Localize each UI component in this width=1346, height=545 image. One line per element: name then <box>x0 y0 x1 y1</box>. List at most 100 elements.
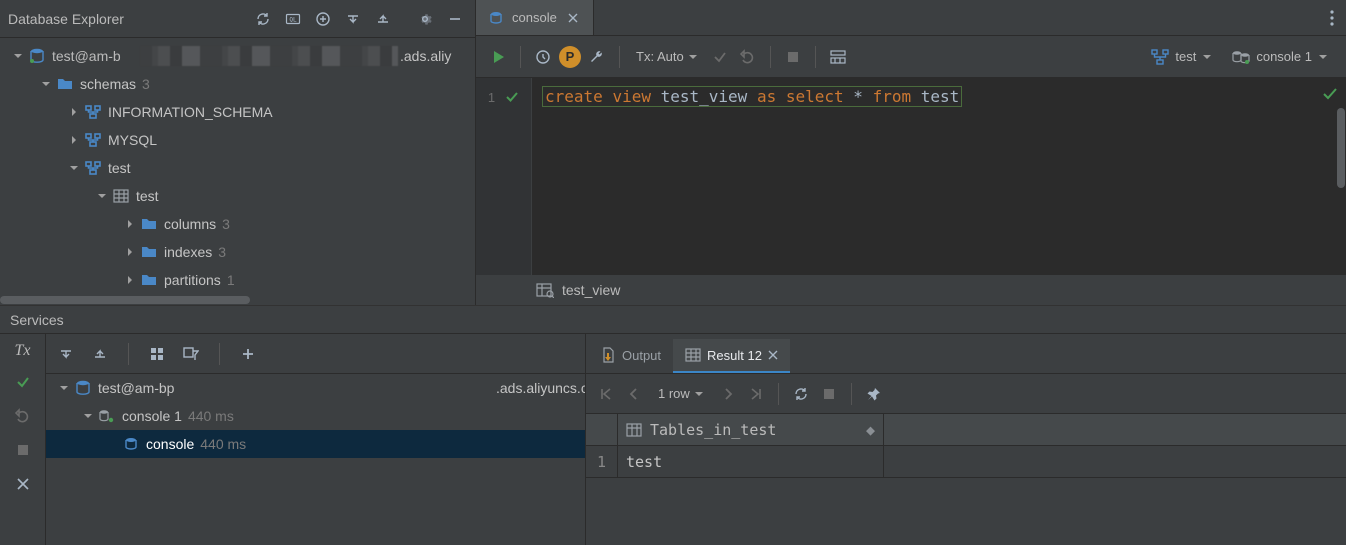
row-count-dropdown[interactable]: 1 row <box>658 386 704 401</box>
first-page-icon[interactable] <box>594 382 618 406</box>
code-editor[interactable]: create view test_view as select * from t… <box>532 78 1346 275</box>
tree-indexes-row[interactable]: indexes 3 <box>0 238 475 266</box>
collapse-icon[interactable] <box>341 7 365 31</box>
editor-vertical-scrollbar[interactable] <box>1336 78 1346 275</box>
services-tree[interactable]: test@am-bp .ads.aliyuncs.co console 1 44… <box>46 374 585 545</box>
sql-icon[interactable]: QL <box>281 7 305 31</box>
tree-table-test[interactable]: test <box>0 182 475 210</box>
tab-output[interactable]: Output <box>588 339 673 373</box>
sort-icon[interactable]: ◆ <box>866 421 875 439</box>
commit-icon[interactable] <box>11 370 35 394</box>
chevron-right-icon[interactable] <box>124 274 136 286</box>
view-mode-icon[interactable] <box>826 45 850 69</box>
wrench-icon[interactable] <box>585 45 609 69</box>
editor-tab-console[interactable]: console <box>476 0 594 35</box>
tree-partitions-row[interactable]: partitions 1 <box>0 266 475 294</box>
column-icon <box>626 423 642 437</box>
chevron-down-icon[interactable] <box>82 410 94 422</box>
reload-icon[interactable] <box>789 382 813 406</box>
columns-label: columns <box>164 216 216 232</box>
rownum-header[interactable] <box>586 414 618 445</box>
group-icon[interactable] <box>145 342 169 366</box>
explain-plan-badge[interactable]: P <box>559 46 581 68</box>
sql-star: * <box>853 87 863 106</box>
collapse-all-icon[interactable] <box>88 342 112 366</box>
svc-console-row-selected[interactable]: console 440 ms <box>46 430 585 458</box>
editor-body: 1 create view test_view as select * from… <box>476 78 1346 275</box>
separator <box>619 46 620 68</box>
gutter-check-icon <box>505 90 519 104</box>
next-page-icon[interactable] <box>716 382 740 406</box>
gear-icon[interactable] <box>413 7 437 31</box>
tx-mode-dropdown[interactable]: Tx: Auto <box>630 49 704 64</box>
chevron-right-icon[interactable] <box>68 134 80 146</box>
editor-tab-menu-icon[interactable] <box>1318 0 1346 35</box>
pin-icon[interactable] <box>862 382 886 406</box>
editor-gutter: 1 <box>476 78 532 275</box>
partitions-count: 1 <box>227 272 235 288</box>
console1-label: console 1 <box>122 408 182 424</box>
schemas-label: schemas <box>80 76 136 92</box>
stop-icon[interactable] <box>817 382 841 406</box>
tab-result[interactable]: Result 12 <box>673 339 790 373</box>
stop-button[interactable] <box>781 45 805 69</box>
separator <box>815 46 816 68</box>
separator <box>778 383 779 405</box>
columns-count: 3 <box>222 216 230 232</box>
tree-schemas-row[interactable]: schemas 3 <box>0 70 475 98</box>
tree-schema-mysql[interactable]: MYSQL <box>0 126 475 154</box>
expand-all-icon[interactable] <box>54 342 78 366</box>
tx-icon[interactable]: Tx <box>15 342 31 360</box>
services-result-panel: Output Result 12 1 row <box>586 334 1346 545</box>
editor-tab-label: console <box>512 10 557 25</box>
services-left-toolbar: Tx <box>0 334 46 545</box>
column-header[interactable]: Tables_in_test ◆ <box>618 414 884 445</box>
minimize-icon[interactable] <box>443 7 467 31</box>
close-tab-icon[interactable] <box>565 10 581 26</box>
tree-schema-information[interactable]: INFORMATION_SCHEMA <box>0 98 475 126</box>
connection-label: test@am-bp <box>98 380 174 396</box>
chevron-down-icon[interactable] <box>96 190 108 202</box>
run-button[interactable] <box>486 45 510 69</box>
chevron-down-icon[interactable] <box>68 162 80 174</box>
stop-icon[interactable] <box>311 7 335 31</box>
services-tree-panel: test@am-bp .ads.aliyuncs.co console 1 44… <box>46 334 586 545</box>
cell-value[interactable]: test <box>618 446 884 477</box>
chevron-right-icon[interactable] <box>68 106 80 118</box>
chevron-down-icon[interactable] <box>58 382 70 394</box>
folder-icon <box>56 75 74 93</box>
refresh-icon[interactable] <box>251 7 275 31</box>
schema-icon <box>84 103 102 121</box>
chevron-right-icon[interactable] <box>124 246 136 258</box>
explorer-tree[interactable]: test@am-b .ads.aliy schemas 3 INFORMATIO… <box>0 38 475 305</box>
tree-schema-test[interactable]: test <box>0 154 475 182</box>
console-leaf-duration: 440 ms <box>200 436 246 452</box>
add-icon[interactable] <box>236 342 260 366</box>
last-page-icon[interactable] <box>744 382 768 406</box>
close-icon[interactable] <box>11 472 35 496</box>
datasource-label: test@am-b <box>52 48 121 64</box>
expand-icon[interactable] <box>371 7 395 31</box>
prev-page-icon[interactable] <box>622 382 646 406</box>
grid-row[interactable]: 1 test <box>586 446 1346 478</box>
session-picker[interactable]: console 1 <box>1224 49 1336 65</box>
history-icon[interactable] <box>531 45 555 69</box>
tree-columns-row[interactable]: columns 3 <box>0 210 475 238</box>
tree-datasource-row[interactable]: test@am-b .ads.aliy <box>0 42 475 70</box>
chevron-down-icon[interactable] <box>40 78 52 90</box>
close-tab-icon[interactable] <box>768 350 778 360</box>
explorer-toolbar: Database Explorer QL <box>0 0 475 38</box>
chevron-down-icon[interactable] <box>12 50 24 62</box>
schemas-count: 3 <box>142 76 150 92</box>
chevron-right-icon[interactable] <box>124 218 136 230</box>
tree-horizontal-scrollbar[interactable] <box>0 295 475 305</box>
stop-icon[interactable] <box>11 438 35 462</box>
svc-console1-row[interactable]: console 1 440 ms <box>46 402 585 430</box>
editor-status-bar: test_view <box>476 275 1346 305</box>
rollback-icon[interactable] <box>11 404 35 428</box>
filter-icon[interactable] <box>179 342 203 366</box>
svc-connection-row[interactable]: test@am-bp .ads.aliyuncs.co <box>46 374 585 402</box>
datasource-picker[interactable]: test <box>1143 49 1220 65</box>
rollback-icon[interactable] <box>736 45 760 69</box>
commit-icon[interactable] <box>708 45 732 69</box>
